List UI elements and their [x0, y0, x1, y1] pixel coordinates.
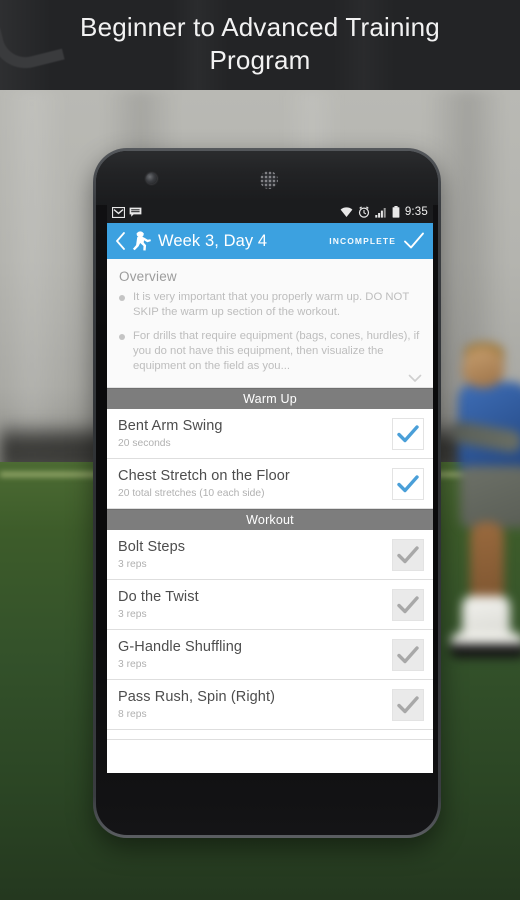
overview-bullet-item: For drills that require equipment (bags,… — [119, 329, 421, 374]
overview-bullet-item: It is very important that you properly w… — [119, 290, 421, 320]
overview-bullet-text: It is very important that you properly w… — [133, 291, 410, 318]
exercise-title: G-Handle Shuffling — [118, 638, 243, 655]
exercise-row[interactable]: Bent Arm Swing 20 seconds — [107, 409, 433, 459]
background-athlete — [450, 340, 520, 740]
chevron-down-icon[interactable] — [407, 371, 423, 385]
exercise-title: Bolt Steps — [118, 538, 186, 555]
phone-mockup: 9:35 Week 3, Day 4 INCOMPLETE Overview I… — [93, 148, 441, 838]
list-end-spacer — [107, 730, 433, 740]
phone-body: 9:35 Week 3, Day 4 INCOMPLETE Overview I… — [96, 151, 438, 835]
exercise-title: Chest Stretch on the Floor — [118, 467, 290, 484]
exercise-checkbox[interactable] — [392, 417, 424, 450]
caption-banner: Beginner to Advanced Training Program — [0, 0, 520, 90]
exercise-row[interactable]: Chest Stretch on the Floor 20 total stre… — [107, 459, 433, 509]
alarm-icon — [358, 206, 370, 218]
gmail-icon — [112, 206, 125, 218]
exercise-row[interactable]: G-Handle Shuffling 3 reps — [107, 630, 433, 680]
exercise-row[interactable]: Bolt Steps 3 reps — [107, 530, 433, 580]
exercise-checkbox[interactable] — [392, 588, 424, 621]
messaging-icon — [129, 207, 142, 218]
exercise-checkbox[interactable] — [392, 688, 424, 721]
status-bar-clock: 9:35 — [404, 206, 428, 218]
overview-bullet-text: For drills that require equipment (bags,… — [133, 330, 420, 372]
exercise-detail: 3 reps — [118, 608, 147, 620]
bullet-icon — [119, 295, 125, 301]
exercise-row[interactable]: Do the Twist 3 reps — [107, 580, 433, 630]
exercise-checkbox[interactable] — [392, 638, 424, 671]
overview-title: Overview — [119, 269, 177, 284]
phone-screen: 9:35 Week 3, Day 4 INCOMPLETE Overview I… — [107, 201, 433, 773]
back-chevron-icon[interactable] — [112, 232, 128, 250]
android-status-bar: 9:35 — [107, 201, 433, 223]
exercise-detail: 3 reps — [118, 558, 147, 570]
section-header-warm-up: Warm Up — [107, 388, 433, 409]
front-camera-icon — [146, 173, 157, 184]
earpiece-speaker-icon — [260, 171, 278, 189]
mark-complete-button[interactable] — [403, 230, 425, 252]
exercise-row[interactable]: Pass Rush, Spin (Right) 8 reps — [107, 680, 433, 730]
overview-card[interactable]: Overview It is very important that you p… — [107, 259, 433, 388]
exercise-checkbox[interactable] — [392, 538, 424, 571]
exercise-title: Bent Arm Swing — [118, 417, 223, 434]
bullet-icon — [119, 334, 125, 340]
status-badge: INCOMPLETE — [329, 236, 396, 246]
football-player-logo — [129, 228, 155, 254]
exercise-checkbox[interactable] — [392, 467, 424, 500]
app-bar-title: Week 3, Day 4 — [158, 231, 268, 250]
exercise-detail: 20 seconds — [118, 437, 171, 449]
section-header-workout: Workout — [107, 509, 433, 530]
caption-title: Beginner to Advanced Training Program — [80, 12, 440, 75]
exercise-detail: 3 reps — [118, 658, 147, 670]
signal-icon — [375, 207, 387, 218]
exercise-detail: 20 total stretches (10 each side) — [118, 487, 265, 499]
exercise-detail: 8 reps — [118, 708, 147, 720]
battery-icon — [392, 206, 400, 218]
exercise-title: Do the Twist — [118, 588, 199, 605]
app-bar: Week 3, Day 4 INCOMPLETE — [107, 223, 433, 259]
wifi-icon — [340, 206, 353, 218]
exercise-title: Pass Rush, Spin (Right) — [118, 688, 276, 705]
